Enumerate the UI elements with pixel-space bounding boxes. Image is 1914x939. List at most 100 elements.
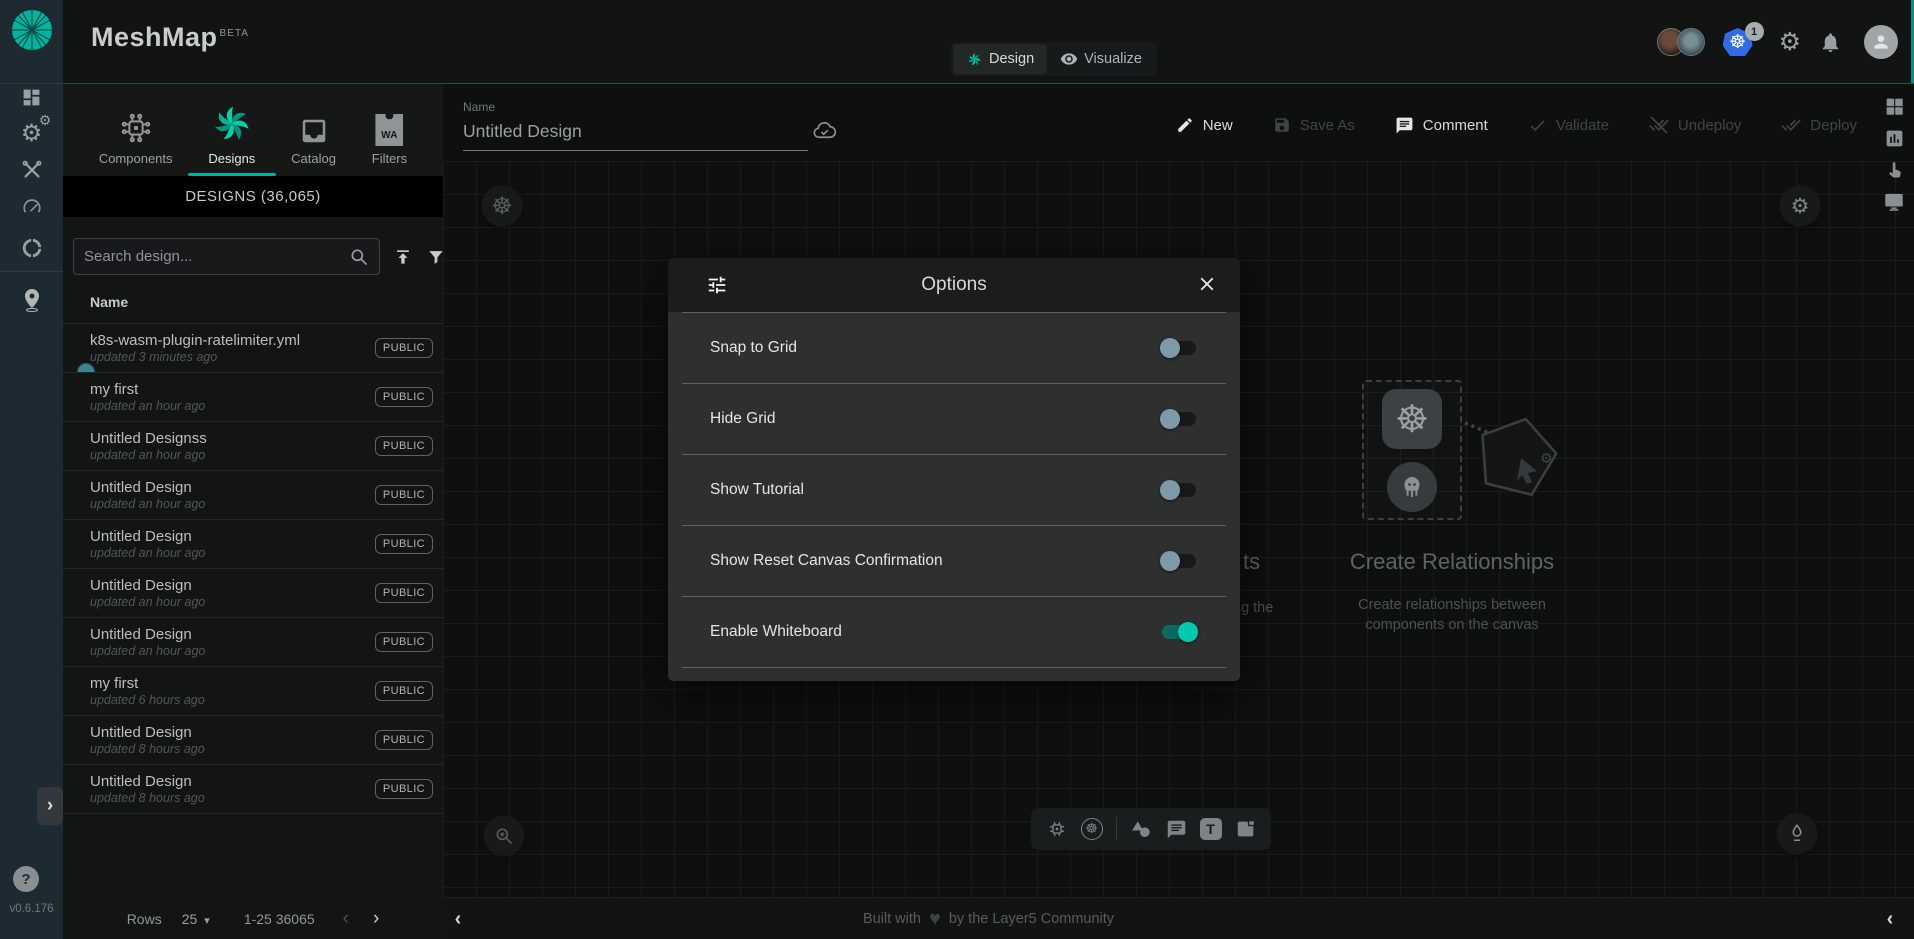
import-design-icon[interactable] — [393, 247, 413, 267]
notifications-bell-icon[interactable] — [1819, 31, 1842, 54]
dock-media-icon[interactable] — [1235, 818, 1257, 840]
double-check-icon — [1781, 115, 1801, 135]
design-updated: updated an hour ago — [90, 399, 205, 413]
collaborator-avatar[interactable] — [1677, 28, 1705, 56]
design-name: Untitled Design — [90, 626, 205, 645]
name-field-label: Name — [463, 100, 809, 114]
comment-icon — [1395, 116, 1414, 135]
mode-visualize-label: Visualize — [1084, 51, 1142, 67]
save-as-button[interactable]: Save As — [1273, 116, 1355, 134]
deploy-button[interactable]: Deploy — [1781, 115, 1857, 135]
tab-designs[interactable]: Designs — [208, 100, 255, 176]
dock-kubernetes-icon[interactable]: ☸ — [1081, 818, 1103, 840]
toggle-switch[interactable] — [1162, 412, 1196, 426]
interact-hand-icon[interactable] — [1884, 160, 1905, 181]
design-row[interactable]: Untitled Design updated an hour ago PUBL… — [63, 569, 443, 618]
left-card-title-fragment: ts — [1243, 549, 1260, 575]
filter-funnel-icon[interactable] — [426, 247, 446, 267]
design-row-text: Untitled Design updated an hour ago — [90, 577, 205, 610]
nav-configuration-tools-icon[interactable] — [0, 153, 63, 187]
question-icon: ? — [21, 871, 30, 888]
pencil-icon — [1176, 116, 1194, 134]
toggle-switch[interactable] — [1162, 483, 1196, 497]
design-row[interactable]: Untitled Design updated an hour ago PUBL… — [63, 471, 443, 520]
option-row: Show Reset Canvas Confirmation — [682, 525, 1226, 596]
deploy-label: Deploy — [1810, 117, 1857, 134]
k8s-wheel-icon: ☸ — [491, 194, 513, 218]
visibility-badge: PUBLIC — [375, 779, 433, 799]
toggle-switch[interactable] — [1162, 341, 1196, 355]
visibility-badge: PUBLIC — [375, 632, 433, 652]
profile-avatar-button[interactable] — [1864, 25, 1898, 59]
design-row[interactable]: Untitled Design updated an hour ago PUBL… — [63, 618, 443, 667]
options-list: Snap to Grid Hide Grid Show Tutorial — [682, 312, 1226, 668]
canvas-options-gear-button[interactable]: ⚙ — [1780, 186, 1820, 226]
expand-drawer-handle[interactable]: › — [37, 787, 63, 825]
option-row: Show Tutorial — [682, 454, 1226, 525]
search-icon[interactable] — [349, 247, 369, 267]
designs-count-banner: DESIGNS (36,065) — [63, 176, 443, 217]
kubernetes-context-button[interactable]: ☸ 1 — [1723, 25, 1757, 59]
design-row[interactable]: Untitled Designss updated an hour ago PU… — [63, 422, 443, 471]
validate-button[interactable]: Validate — [1528, 116, 1609, 135]
zoom-button[interactable] — [484, 816, 524, 856]
close-icon[interactable] — [1196, 273, 1218, 295]
rows-label: Rows — [127, 911, 162, 927]
nav-lifecycle-gears-icon[interactable]: ⚙⚙ — [0, 116, 63, 150]
options-modal: Options Snap to Grid Hide Grid — [668, 258, 1240, 681]
design-row[interactable]: Untitled Design updated 8 hours ago PUBL… — [63, 716, 443, 765]
design-row-text: Untitled Design updated an hour ago — [90, 528, 205, 561]
previous-page-button[interactable]: ‹ — [343, 908, 349, 930]
dock-comment-icon[interactable] — [1166, 819, 1187, 840]
next-page-button[interactable]: › — [373, 908, 379, 930]
dock-divider — [1116, 817, 1117, 841]
droplet-icon — [1787, 823, 1807, 845]
collapse-drawer-handle[interactable]: ‹ — [444, 905, 472, 933]
toggle-switch[interactable] — [1162, 625, 1196, 639]
validate-drop-button[interactable] — [1777, 814, 1817, 854]
mode-design-button[interactable]: Design — [953, 44, 1047, 74]
screen-monitor-icon[interactable] — [1883, 192, 1905, 212]
undeploy-button[interactable]: Undeploy — [1649, 115, 1741, 135]
nav-extensions-icon[interactable] — [0, 231, 63, 265]
nav-dashboard-icon[interactable] — [0, 80, 63, 114]
nav-meshmap-pin-icon[interactable] — [0, 283, 63, 317]
chevron-right-icon: › — [47, 795, 53, 817]
layer5-logo-icon[interactable] — [10, 8, 54, 52]
design-row[interactable]: Untitled Design updated 8 hours ago PUBL… — [63, 765, 443, 814]
nav-performance-gauge-icon[interactable] — [0, 190, 63, 224]
design-row[interactable]: my first updated 6 hours ago PUBLIC — [63, 667, 443, 716]
option-label: Hide Grid — [710, 410, 775, 428]
rows-per-page-select[interactable]: 25▾ — [182, 911, 210, 927]
component-palette-grid-icon[interactable] — [1884, 96, 1905, 117]
kubernetes-canvas-button[interactable]: ☸ — [482, 186, 522, 226]
tab-components[interactable]: Components — [99, 100, 173, 176]
mode-visualize-button[interactable]: Visualize — [1047, 44, 1155, 74]
analytics-chart-icon[interactable] — [1884, 128, 1905, 149]
search-input[interactable] — [84, 248, 349, 265]
design-row[interactable]: Untitled Design updated an hour ago PUBL… — [63, 520, 443, 569]
toggle-switch[interactable] — [1162, 554, 1196, 568]
collapse-right-panel-handle[interactable]: ‹ — [1876, 905, 1904, 933]
design-updated: updated 8 hours ago — [90, 742, 205, 756]
canvas-dock: ☸ T — [1031, 808, 1271, 850]
help-button[interactable]: ? — [13, 866, 39, 892]
cloud-saved-icon — [811, 117, 838, 144]
visibility-badge: PUBLIC — [375, 485, 433, 505]
tab-filters[interactable]: WA Filters — [372, 100, 407, 176]
design-name-input[interactable] — [463, 114, 808, 151]
settings-gear-icon[interactable]: ⚙ — [1779, 27, 1801, 57]
toggle-knob — [1178, 622, 1198, 642]
tab-catalog[interactable]: Catalog — [291, 100, 336, 176]
meshmap-app: ⚙⚙ ? v0.6.176 › MeshMapBETA — [0, 0, 1914, 939]
dock-components-icon[interactable] — [1046, 818, 1068, 840]
new-design-button[interactable]: New — [1176, 116, 1233, 134]
comment-label: Comment — [1423, 117, 1488, 134]
dock-shapes-icon[interactable] — [1130, 818, 1153, 841]
design-name: my first — [90, 675, 205, 694]
design-row[interactable]: my first updated an hour ago PUBLIC — [63, 373, 443, 422]
dock-text-tool-icon[interactable]: T — [1200, 818, 1222, 840]
design-row[interactable]: k8s-wasm-plugin-ratelimiter.yml updated … — [63, 324, 443, 373]
comment-button[interactable]: Comment — [1395, 116, 1488, 135]
header-actions: ☸ 1 ⚙ — [1657, 0, 1898, 84]
